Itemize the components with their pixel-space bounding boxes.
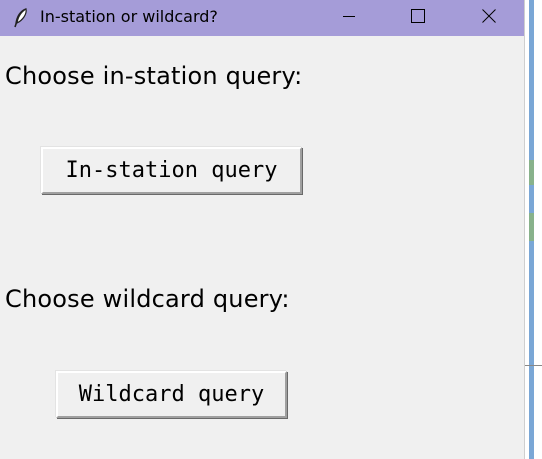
maximize-icon: [410, 8, 426, 28]
background-strip: [529, 160, 534, 185]
background-divider: [525, 365, 542, 366]
maximize-button[interactable]: [395, 0, 441, 36]
background-strip: [529, 0, 534, 160]
background-window-edge: [524, 0, 542, 459]
background-strip: [529, 241, 534, 459]
close-button[interactable]: [466, 0, 512, 36]
in-station-heading: Choose in-station query:: [5, 62, 303, 90]
feather-icon: [12, 8, 30, 28]
minimize-icon: [341, 8, 357, 28]
window-title: In-station or wildcard?: [40, 7, 218, 26]
background-strip: [529, 185, 534, 213]
wildcard-query-button[interactable]: Wildcard query: [56, 371, 287, 418]
wildcard-heading: Choose wildcard query:: [5, 285, 290, 313]
background-strip: [529, 213, 534, 241]
minimize-button[interactable]: [326, 0, 372, 36]
dialog-window: In-station or wildcard? Choose in-statio…: [0, 0, 524, 459]
title-bar[interactable]: In-station or wildcard?: [0, 0, 524, 36]
in-station-query-button[interactable]: In-station query: [41, 147, 302, 194]
close-icon: [481, 8, 497, 28]
